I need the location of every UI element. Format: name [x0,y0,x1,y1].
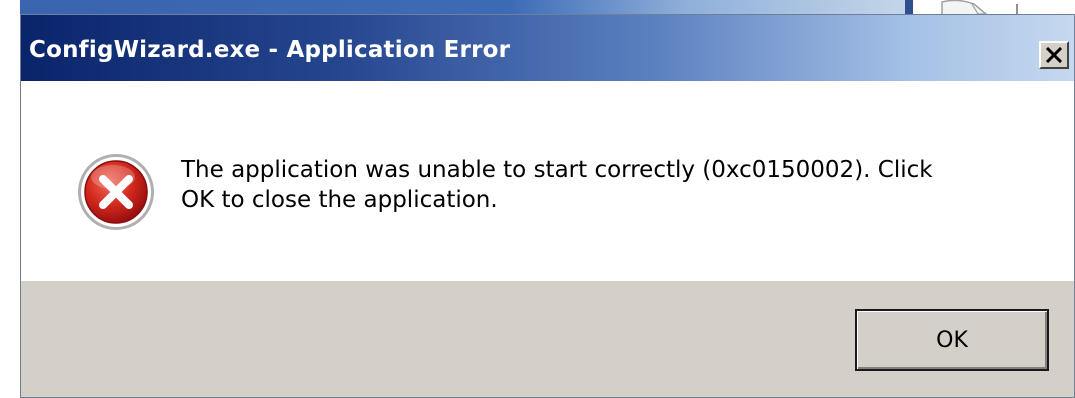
close-icon [1045,47,1063,63]
desktop-background [0,0,18,398]
close-button[interactable] [1039,41,1069,69]
dialog-button-bar: OK [21,281,1074,397]
dialog-titlebar[interactable]: ConfigWizard.exe - Application Error [21,15,1074,81]
ok-button[interactable]: OK [855,309,1049,371]
dialog-title: ConfigWizard.exe - Application Error [29,37,511,63]
error-dialog: ConfigWizard.exe - Application Error The… [20,14,1075,398]
error-message-line-2: OK to close the application. [181,187,498,213]
error-message: The application was unable to start corr… [181,155,1041,215]
error-icon [78,154,154,230]
dialog-content: The application was unable to start corr… [21,81,1074,281]
error-message-line-1: The application was unable to start corr… [181,157,933,183]
